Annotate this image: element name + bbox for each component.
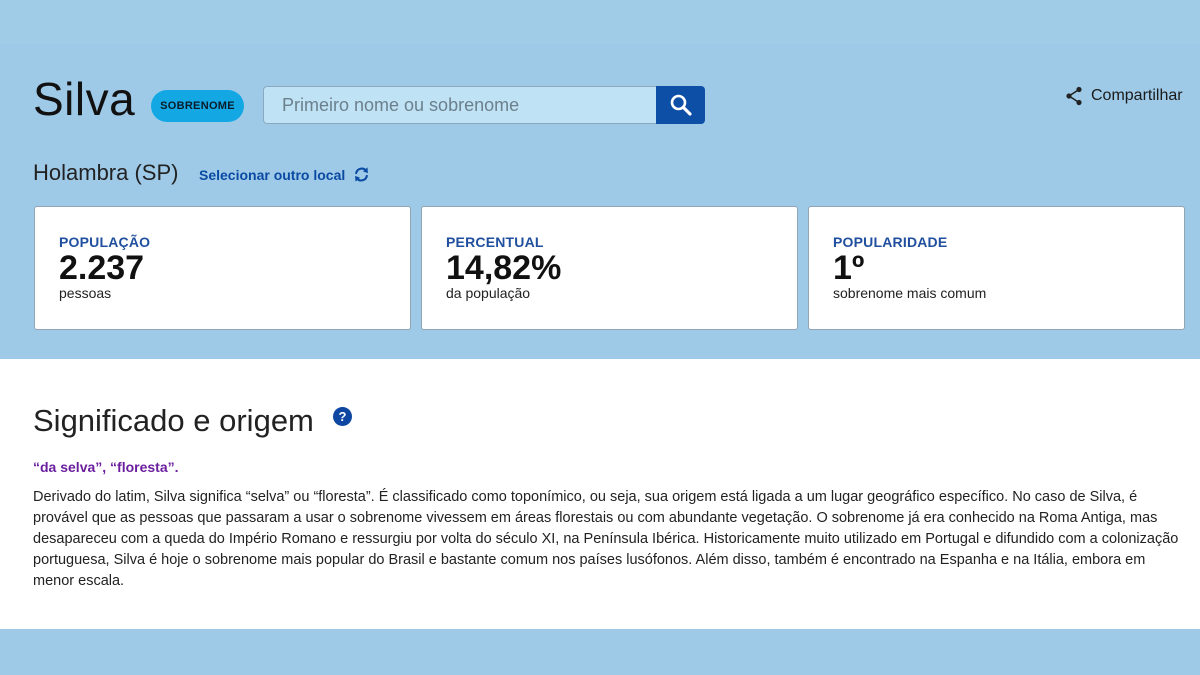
- bottom-band: [0, 629, 1200, 675]
- section-title: Significado e origem: [33, 403, 314, 438]
- help-icon[interactable]: ?: [333, 407, 352, 426]
- share-button[interactable]: Compartilhar: [1065, 84, 1183, 108]
- stat-card-percentage: PERCENTUAL 14,82% da população: [421, 206, 798, 330]
- stat-value: 14,82%: [446, 249, 562, 287]
- origin-description: Derivado do latim, Silva significa “selv…: [33, 489, 1179, 589]
- surname-badge: SOBRENOME: [151, 90, 244, 122]
- stat-card-popularity: POPULARIDADE 1º sobrenome mais comum: [808, 206, 1185, 330]
- stat-label: POPULAÇÃO: [59, 234, 151, 250]
- stat-value: 2.237: [59, 249, 145, 287]
- change-location-link[interactable]: Selecionar outro local: [199, 166, 370, 183]
- search-button[interactable]: [656, 86, 705, 124]
- stat-label: POPULARIDADE: [833, 234, 948, 250]
- stat-card-population: POPULAÇÃO 2.237 pessoas: [34, 206, 411, 330]
- stat-value: 1º: [833, 249, 865, 287]
- location-name: Holambra (SP): [33, 160, 179, 185]
- stat-label: PERCENTUAL: [446, 234, 544, 250]
- origin-section: Significado e origem ? “da selva”, “flor…: [0, 359, 1200, 629]
- share-icon: [1066, 86, 1082, 106]
- refresh-icon: [355, 167, 369, 182]
- search-icon: [670, 94, 692, 116]
- share-label: Compartilhar: [1091, 87, 1183, 104]
- surname-meaning: “da selva”, “floresta”.: [33, 459, 179, 475]
- stat-sub: pessoas: [59, 285, 112, 301]
- stat-sub: sobrenome mais comum: [833, 285, 987, 301]
- search-input[interactable]: [263, 86, 657, 124]
- change-location-label: Selecionar outro local: [199, 166, 346, 183]
- top-strip: [0, 0, 1200, 44]
- stat-sub: da população: [446, 285, 531, 301]
- surname-title: Silva: [33, 73, 136, 125]
